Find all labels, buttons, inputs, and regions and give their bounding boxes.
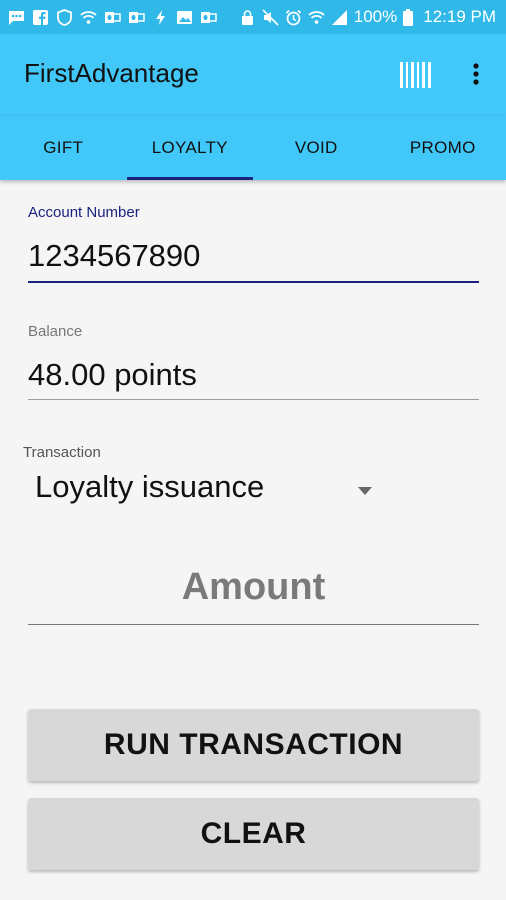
battery-percent: 100% [353, 7, 398, 26]
image-icon [176, 9, 193, 26]
balance-label: Balance [28, 323, 83, 340]
system-icons: 100% 12:19 PM [239, 7, 506, 27]
tab-gift[interactable]: GIFT [0, 116, 127, 180]
shield-icon [56, 8, 73, 26]
dropdown-arrow-icon[interactable] [358, 482, 372, 495]
signal-icon [331, 9, 348, 26]
notification-icons [0, 8, 217, 26]
tab-void[interactable]: VOID [253, 116, 380, 180]
barcode-scan-button[interactable] [398, 60, 434, 90]
tab-promo[interactable]: PROMO [380, 116, 506, 180]
battery-icon [403, 8, 414, 26]
mute-icon [262, 8, 279, 26]
alarm-icon [285, 9, 302, 26]
run-transaction-button[interactable]: RUN TRANSACTION [28, 709, 479, 781]
account-number-underline [28, 281, 479, 283]
balance-value: 48.00 points [28, 357, 197, 392]
lock-icon [239, 9, 256, 26]
wifi-icon [308, 9, 325, 26]
facebook-icon [32, 9, 49, 26]
amount-input[interactable]: Amount [28, 566, 479, 609]
account-number-label: Account Number [28, 204, 140, 221]
status-bar: 100% 12:19 PM [0, 0, 506, 34]
amount-underline [28, 624, 479, 625]
app-title: FirstAdvantage [24, 58, 199, 88]
barcode-icon [400, 62, 431, 88]
outlook-icon [128, 9, 145, 26]
chat-icon [8, 9, 25, 26]
overflow-menu-button[interactable] [466, 60, 486, 90]
tab-bar: GIFT LOYALTY VOID PROMO [0, 116, 506, 180]
app-bar: FirstAdvantage [0, 34, 506, 116]
clear-button[interactable]: CLEAR [28, 798, 479, 870]
account-number-field[interactable]: 1234567890 [28, 238, 200, 274]
outlook-icon [104, 9, 121, 26]
transaction-label: Transaction [23, 444, 101, 461]
clock: 12:19 PM [423, 7, 496, 26]
outlook-icon [200, 9, 217, 26]
more-vert-icon [473, 63, 479, 85]
bolt-icon [152, 9, 169, 26]
balance-underline [28, 399, 479, 400]
tab-loyalty[interactable]: LOYALTY [126, 116, 254, 180]
transaction-dropdown[interactable]: Loyalty issuance [35, 469, 264, 505]
wifi-icon [80, 9, 97, 26]
